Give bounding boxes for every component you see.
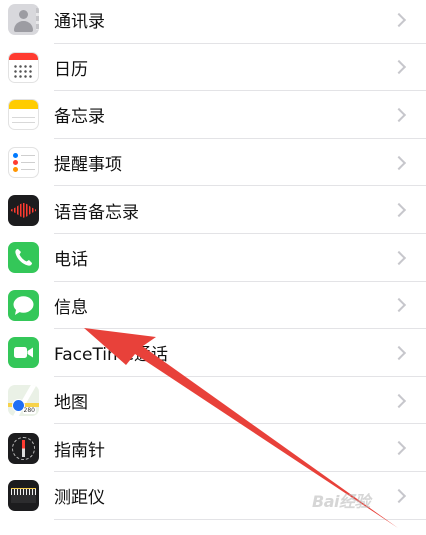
chevron-right-icon <box>391 298 407 313</box>
notes-icon <box>8 99 39 131</box>
settings-row-contacts[interactable]: 通讯录 <box>0 0 426 44</box>
chevron-right-icon <box>391 488 407 503</box>
settings-row-messages[interactable]: 信息 <box>0 282 426 330</box>
row-label: 备忘录 <box>54 107 105 128</box>
settings-row-notes[interactable]: 备忘录 <box>0 91 426 139</box>
row-label: 信息 <box>54 297 88 318</box>
reminders-icon <box>8 147 39 179</box>
chevron-right-icon <box>391 60 407 75</box>
measure-icon <box>8 480 39 512</box>
chevron-right-icon <box>391 393 407 408</box>
settings-row-facetime[interactable]: FaceTime通话 <box>0 329 426 377</box>
settings-row-phone[interactable]: 电话 <box>0 234 426 282</box>
settings-row-calendar[interactable]: 日历 <box>0 44 426 92</box>
settings-row-partial <box>0 520 426 532</box>
voice-memos-icon <box>8 194 39 226</box>
row-label: 地图 <box>54 393 88 414</box>
chevron-right-icon <box>391 250 407 265</box>
contacts-icon <box>8 4 39 36</box>
chevron-right-icon <box>391 107 407 123</box>
row-label: 日历 <box>54 59 88 80</box>
chevron-right-icon <box>391 345 407 361</box>
compass-icon <box>8 432 39 464</box>
watermark-logo: Bai经验 <box>312 492 370 511</box>
row-label: 指南针 <box>54 440 105 461</box>
row-label: 测距仪 <box>54 488 105 509</box>
maps-route-shield: 280 <box>22 407 36 415</box>
chevron-right-icon <box>391 203 407 218</box>
facetime-icon <box>8 337 39 369</box>
chevron-right-icon <box>391 155 407 170</box>
calendar-icon <box>8 51 39 83</box>
settings-row-compass[interactable]: 指南针 <box>0 424 426 472</box>
chevron-right-icon <box>391 441 407 456</box>
row-label: 电话 <box>54 250 88 271</box>
chevron-right-icon <box>391 12 407 27</box>
settings-row-voice-memos[interactable]: 语音备忘录 <box>0 186 426 234</box>
settings-row-reminders[interactable]: 提醒事项 <box>0 139 426 187</box>
phone-icon <box>8 242 39 274</box>
row-label: 通讯录 <box>54 12 105 33</box>
messages-icon <box>8 289 39 321</box>
row-label: 语音备忘录 <box>54 202 139 223</box>
row-label: 提醒事项 <box>54 155 122 176</box>
maps-icon: 280 <box>8 385 39 417</box>
row-label: FaceTime通话 <box>54 345 169 366</box>
settings-row-maps[interactable]: 280 地图 <box>0 377 426 425</box>
